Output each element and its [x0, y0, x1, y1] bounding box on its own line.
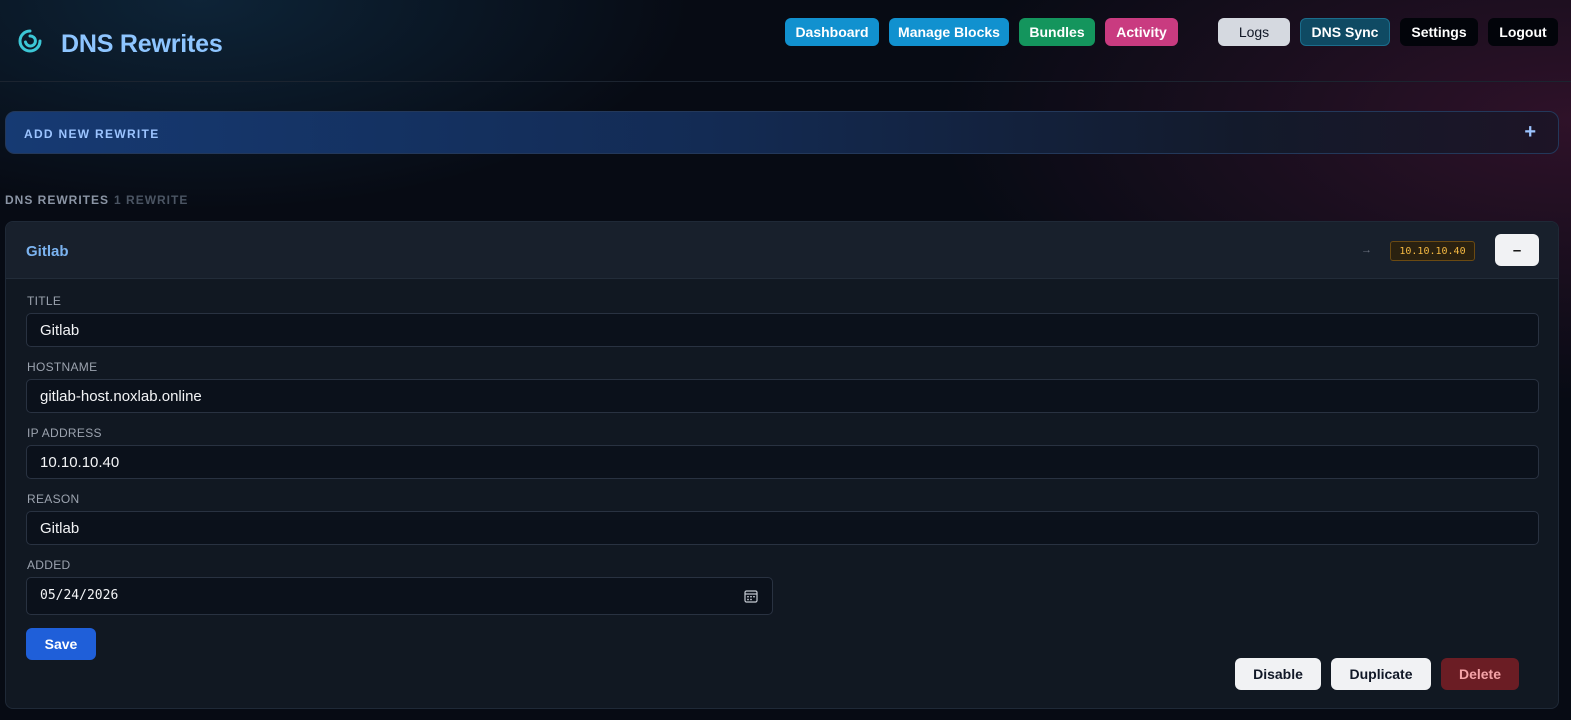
rewrite-card-header[interactable]: Gitlab → 10.10.10.40 – [6, 222, 1558, 279]
duplicate-button[interactable]: Duplicate [1331, 658, 1431, 690]
arrow-icon: → [1361, 244, 1372, 256]
hostname-label: HOSTNAME [27, 360, 98, 374]
ip-address-label: IP ADDRESS [27, 426, 102, 440]
disable-button[interactable]: Disable [1235, 658, 1321, 690]
add-new-rewrite-toggle[interactable]: ADD NEW REWRITE + [5, 111, 1559, 154]
section-heading: DNS REWRITES 1 REWRITE [5, 193, 188, 207]
section-title: DNS REWRITES [5, 193, 110, 207]
save-button[interactable]: Save [26, 628, 96, 660]
calendar-icon[interactable] [744, 589, 758, 603]
delete-button[interactable]: Delete [1441, 658, 1519, 690]
bundles-button[interactable]: Bundles [1019, 18, 1095, 46]
activity-button[interactable]: Activity [1105, 18, 1178, 46]
collapse-button[interactable]: – [1495, 234, 1539, 266]
added-date-field[interactable]: 05/24/2026 [26, 577, 773, 615]
manage-blocks-button[interactable]: Manage Blocks [889, 18, 1009, 46]
app-title: DNS Rewrites [61, 30, 223, 58]
settings-button[interactable]: Settings [1400, 18, 1478, 46]
spiral-logo-icon [18, 29, 42, 53]
dns-sync-button[interactable]: DNS Sync [1300, 18, 1390, 46]
title-field[interactable] [26, 313, 1539, 347]
plus-icon[interactable]: + [1524, 121, 1536, 144]
rewrite-count: 1 REWRITE [114, 193, 189, 207]
reason-field[interactable] [26, 511, 1539, 545]
rewrite-title: Gitlab [26, 243, 69, 260]
rewrite-card: Gitlab → 10.10.10.40 – TITLE HOSTNAME IP… [5, 221, 1559, 709]
reason-label: REASON [27, 492, 80, 506]
ip-address-field[interactable] [26, 445, 1539, 479]
logs-button[interactable]: Logs [1218, 18, 1290, 46]
logout-button[interactable]: Logout [1488, 18, 1558, 46]
hostname-field[interactable] [26, 379, 1539, 413]
ip-badge: 10.10.10.40 [1390, 241, 1475, 261]
title-label: TITLE [27, 294, 62, 308]
added-label: ADDED [27, 558, 71, 572]
added-date-value: 05/24/2026 [40, 588, 119, 603]
dashboard-button[interactable]: Dashboard [785, 18, 879, 46]
add-new-rewrite-label: ADD NEW REWRITE [24, 127, 160, 141]
top-header: DNS Rewrites Dashboard Manage Blocks Bun… [0, 0, 1571, 82]
